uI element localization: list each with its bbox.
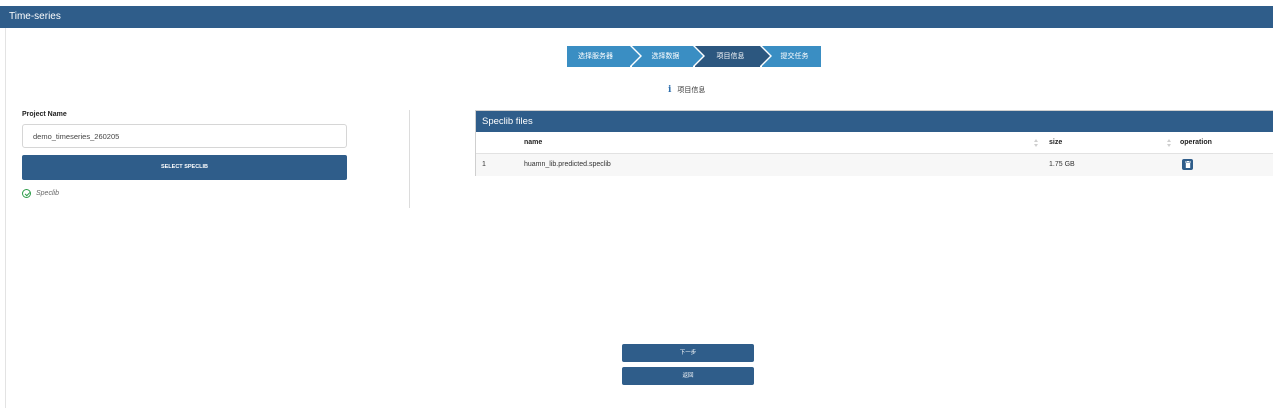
step-submit-task[interactable]: 提交任务	[762, 46, 821, 67]
column-header-name[interactable]: name	[524, 132, 542, 154]
trash-icon	[1184, 161, 1191, 168]
table-header: name size operation	[476, 132, 1273, 154]
speclib-status: Speclib	[22, 189, 59, 198]
sort-icon[interactable]	[1034, 139, 1038, 147]
vertical-divider	[409, 110, 410, 208]
window-title-bar: Time-series	[0, 6, 1273, 28]
column-header-operation: operation	[1180, 139, 1212, 146]
row-index: 1	[482, 161, 486, 168]
window-title: Time-series	[9, 11, 61, 22]
sort-icon[interactable]	[1167, 139, 1171, 147]
delete-button[interactable]	[1182, 159, 1193, 170]
step-select-data[interactable]: 选择数据	[632, 46, 703, 67]
step-arrow	[760, 46, 770, 66]
current-step-label: 项目信息	[677, 87, 706, 94]
select-speclib-button[interactable]: SELECT SPECLIB	[22, 155, 347, 180]
step-label: 项目信息	[716, 53, 745, 60]
step-select-server[interactable]: 选择服务器	[567, 46, 640, 67]
speclib-files-panel: Speclib files name size operation 1 huam…	[475, 110, 1273, 176]
step-arrow	[630, 46, 640, 66]
file-size: 1.75 GB	[1049, 161, 1075, 168]
check-circle-icon	[22, 189, 31, 198]
project-name-label: Project Name	[22, 111, 67, 118]
current-step-info: i 项目信息	[668, 85, 705, 95]
step-label: 选择数据	[651, 53, 680, 60]
back-button[interactable]: 返回	[622, 367, 754, 385]
step-label: 提交任务	[780, 53, 809, 60]
project-name-input[interactable]	[22, 124, 347, 148]
panel-title: Speclib files	[476, 111, 1273, 132]
next-step-button[interactable]: 下一步	[622, 344, 754, 362]
table-row: 1 huamn_lib.predicted.speclib 1.75 GB	[476, 154, 1273, 176]
step-project-info[interactable]: 项目信息	[695, 46, 770, 67]
step-wizard: 选择服务器 选择数据 项目信息 提交任务	[567, 46, 821, 67]
info-icon: i	[668, 85, 672, 95]
step-arrow	[693, 46, 703, 66]
file-name: huamn_lib.predicted.speclib	[524, 161, 611, 168]
speclib-status-text: Speclib	[36, 190, 59, 197]
column-header-size[interactable]: size	[1049, 132, 1062, 154]
step-label: 选择服务器	[578, 53, 613, 60]
